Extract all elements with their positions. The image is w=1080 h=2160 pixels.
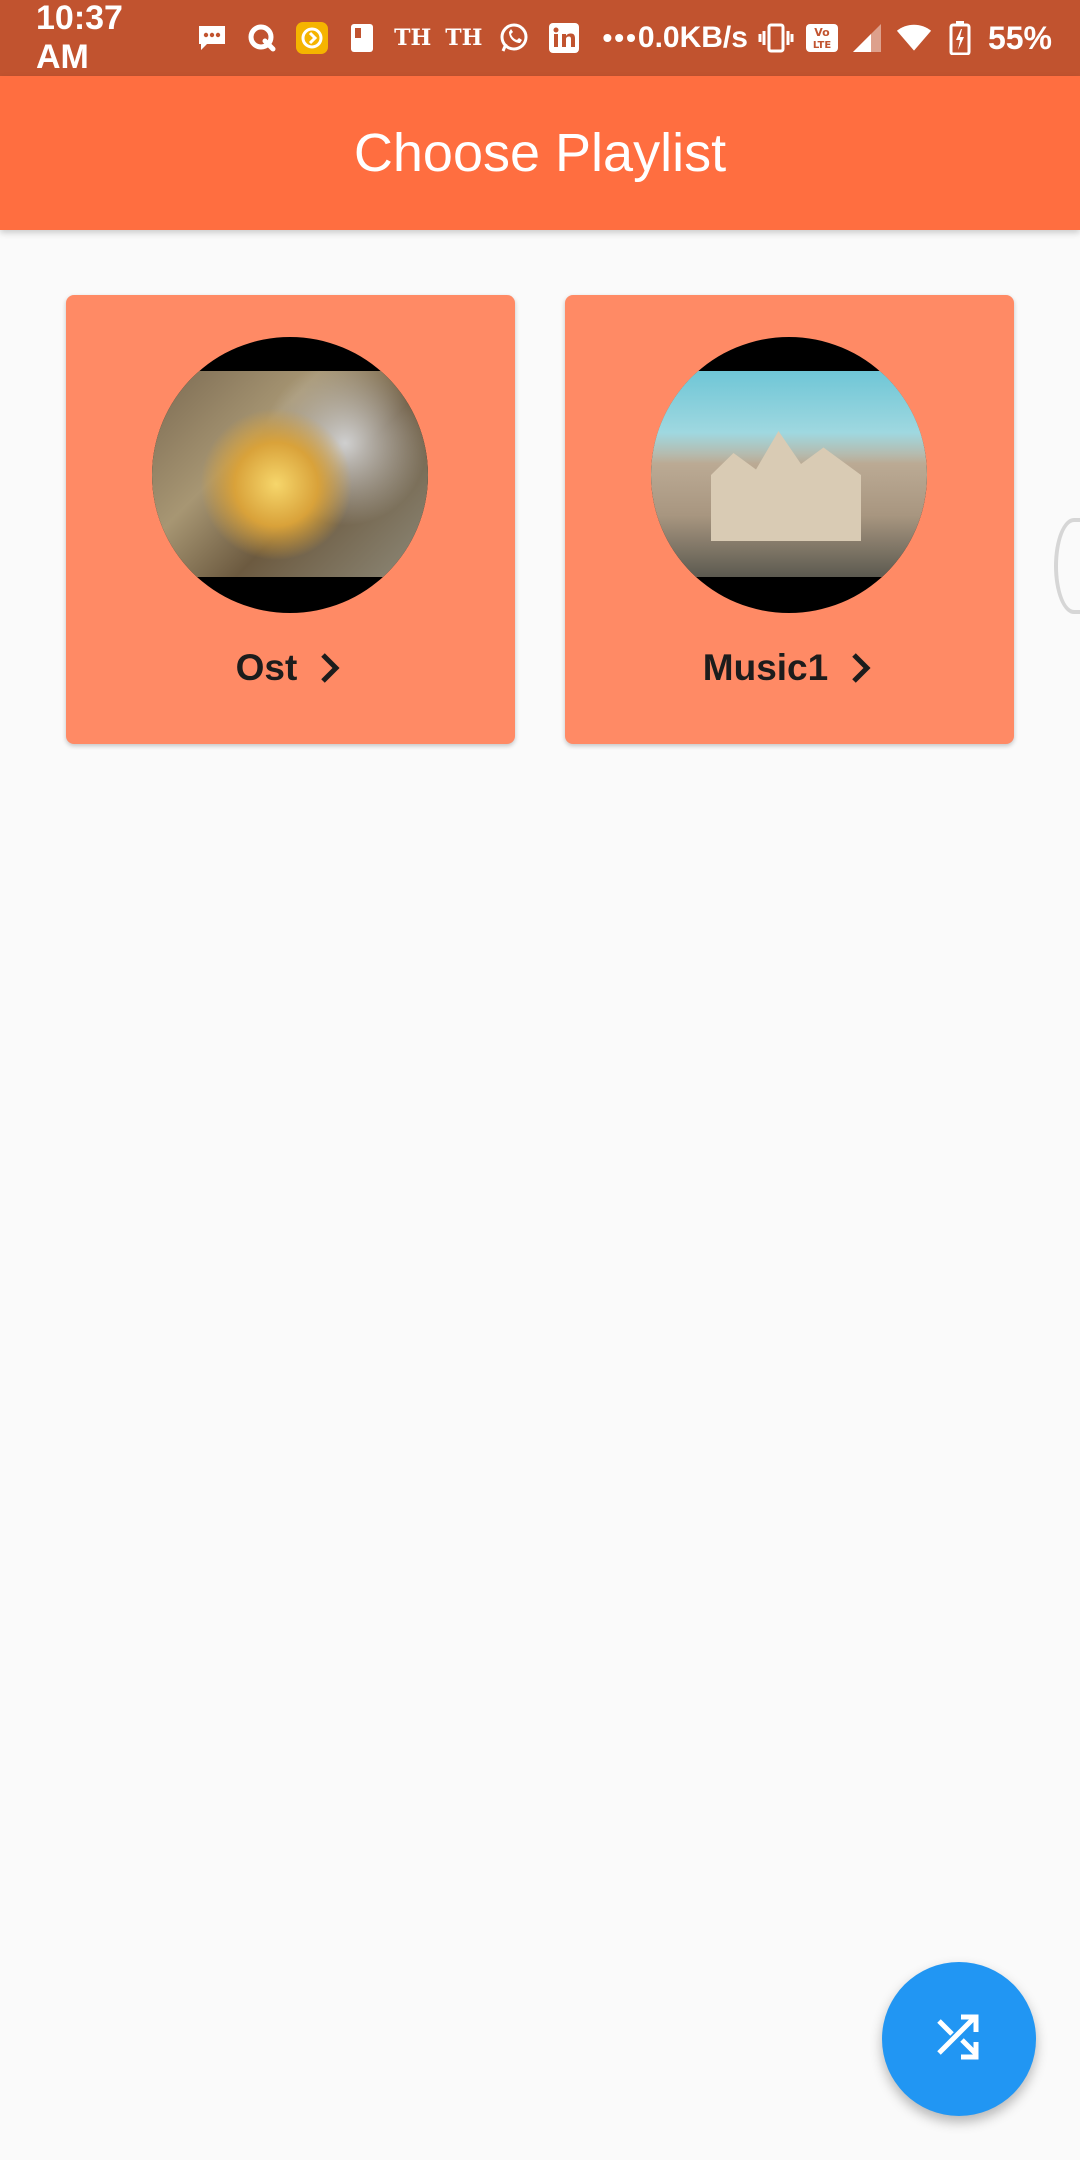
playlist-cover-image [651,337,927,613]
signal-icon [850,20,886,56]
playlist-name: Music1 [702,647,829,688]
th-icon-2: TH [445,25,483,51]
more-notifications-icon: ••• [602,22,638,53]
message-icon [194,20,230,56]
status-bar: 10:37 AM TH TH ••• 0.0KB/s Vo LTE 55% [0,0,1080,76]
svg-text:LTE: LTE [813,40,832,51]
q-app-icon [244,20,280,56]
volte-icon: Vo LTE [804,20,840,56]
battery-charging-icon [942,20,978,56]
battery-percentage: 55% [987,19,1052,56]
cover-art [651,371,927,577]
whatsapp-icon [496,20,532,56]
edge-panel-handle[interactable] [1054,518,1080,614]
notification-icons: TH TH ••• [194,20,638,56]
vibrate-icon [758,20,794,56]
status-time: 10:37 AM [36,0,123,76]
network-speed: 0.0KB/s [637,21,748,54]
chevron-right-icon [846,650,876,686]
file-icon [344,20,380,56]
shuffle-button[interactable] [882,1962,1036,2116]
wifi-icon [896,20,932,56]
playlist-name: Ost [235,647,298,688]
svg-text:Vo: Vo [814,26,830,39]
app-bar: Choose Playlist [0,76,1080,230]
playlist-cover-image [152,337,428,613]
page-title: Choose Playlist [353,123,727,183]
playlist-card-ost[interactable]: Ost [66,295,515,744]
linkedin-icon [546,20,582,56]
playlist-label-row: Ost [66,647,515,689]
system-status: 0.0KB/s Vo LTE 55% [638,20,1052,57]
chevron-right-icon [315,650,345,686]
playlist-grid: Ost Music1 [66,295,1014,744]
yellow-app-icon [294,20,330,56]
shuffle-icon [933,2011,985,2068]
playlist-card-music1[interactable]: Music1 [565,295,1014,744]
playlist-label-row: Music1 [565,647,1014,689]
th-icon: TH [394,25,432,51]
cover-art [152,371,428,577]
